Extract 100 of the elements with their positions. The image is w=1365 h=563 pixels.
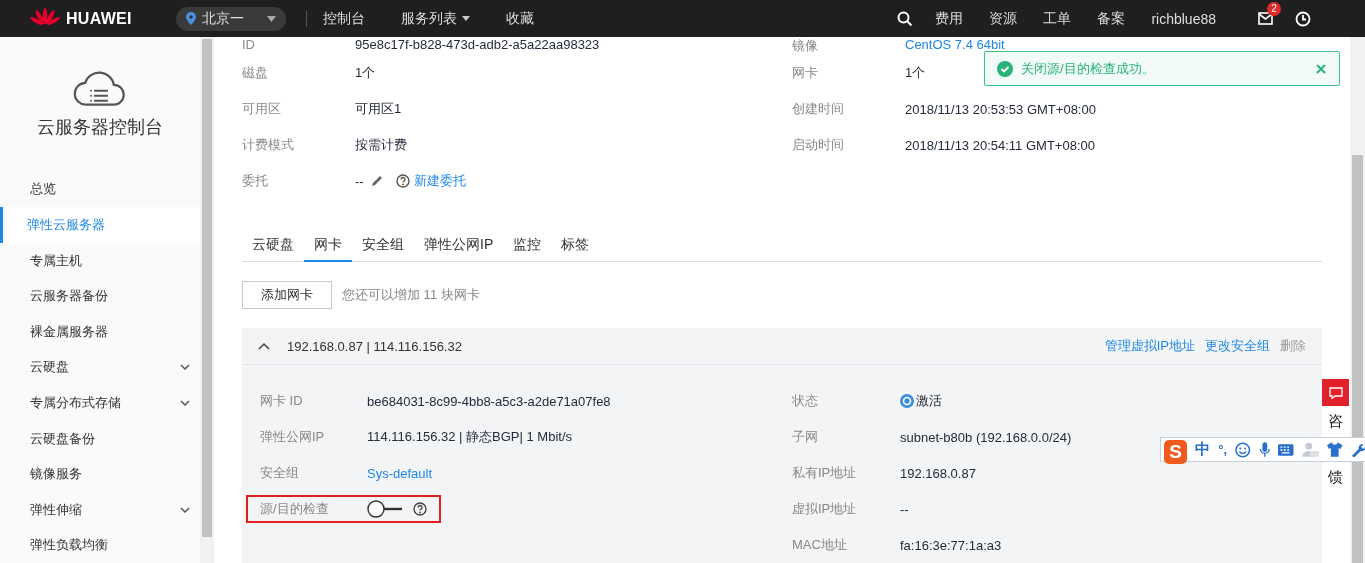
field-label: 镜像 xyxy=(792,37,819,55)
status-text: 激活 xyxy=(916,392,942,410)
action-link[interactable]: 更改安全组 xyxy=(1205,337,1270,355)
field-value: 2018/11/13 20:54:11 GMT+08:00 xyxy=(905,137,1095,153)
chat-icon xyxy=(1328,386,1343,399)
field-label: 弹性公网IP xyxy=(260,428,326,446)
sidebar-item[interactable]: 弹性云服务器 xyxy=(0,207,200,243)
shirt-icon[interactable] xyxy=(1327,442,1343,457)
cloud-server-icon xyxy=(72,69,128,109)
field-label: 计费模式 xyxy=(242,136,295,154)
feedback-label[interactable]: 咨 xyxy=(1328,412,1343,430)
sidebar-item[interactable]: 总览 xyxy=(0,171,200,208)
toast-message: 关闭源/目的检查成功。 xyxy=(1021,59,1155,78)
mail-icon[interactable] xyxy=(1258,12,1273,25)
sidebar-item[interactable]: 云硬盘 xyxy=(0,349,200,386)
field-label: 子网 xyxy=(792,428,819,446)
sidebar-item[interactable]: 云硬盘备份 xyxy=(0,420,200,457)
sidebar-item[interactable]: 弹性伸缩 xyxy=(0,491,200,528)
microphone-icon[interactable] xyxy=(1258,441,1271,458)
nic-title: 192.168.0.87 | 114.116.156.32 xyxy=(287,338,462,354)
toggle-switch[interactable] xyxy=(367,499,403,519)
action-link[interactable]: 管理虚拟IP地址 xyxy=(1104,337,1195,355)
add-nic-button[interactable]: 添加网卡 xyxy=(242,281,332,309)
field-value: 192.168.0.87 xyxy=(900,465,976,481)
close-icon[interactable] xyxy=(1316,63,1326,74)
help-icon[interactable] xyxy=(395,174,410,188)
status-icon xyxy=(900,394,914,408)
field-label: ID xyxy=(242,37,256,52)
field-value: -- xyxy=(900,501,909,517)
field-label: 源/目的检查 xyxy=(260,500,330,518)
hint-text: 您还可以增加 11 块网卡 xyxy=(342,286,480,304)
sidebar-item[interactable]: 专属主机 xyxy=(0,242,200,279)
field-label: 磁盘 xyxy=(242,64,269,82)
tab[interactable]: 云硬盘 xyxy=(242,236,304,262)
scrollbar-thumb[interactable] xyxy=(1352,155,1363,563)
chevron-up-icon[interactable] xyxy=(258,342,270,350)
field-label: 网卡 xyxy=(792,64,819,82)
clock-icon[interactable] xyxy=(1295,10,1311,27)
search-icon[interactable] xyxy=(897,10,914,27)
keyboard-icon[interactable] xyxy=(1278,443,1294,456)
nav-link[interactable]: 资源 xyxy=(989,9,1018,28)
user-name[interactable]: richblue88 xyxy=(1151,10,1216,27)
sidebar-item[interactable]: 弹性负载均衡 xyxy=(0,527,200,563)
feedback-button[interactable] xyxy=(1322,379,1349,406)
ime-punctuation[interactable]: °, xyxy=(1218,442,1228,457)
region-select[interactable]: 北京一 xyxy=(175,6,286,31)
field-value: 1个 xyxy=(905,64,926,82)
new-agency-link[interactable]: 新建委托 xyxy=(413,172,466,190)
chevron-down-icon xyxy=(180,364,190,371)
sidebar-item[interactable]: 云服务器备份 xyxy=(0,278,200,314)
smiley-icon[interactable] xyxy=(1235,441,1251,458)
tab[interactable]: 网卡 xyxy=(304,236,352,262)
field-label: 启动时间 xyxy=(792,136,845,154)
field-label: 网卡 ID xyxy=(260,392,304,410)
chevron-down-icon xyxy=(180,399,190,406)
caret-icon xyxy=(266,15,276,22)
console-title: 云服务器控制台 xyxy=(36,115,164,139)
brand-name: HUAWEI xyxy=(66,9,132,28)
tab[interactable]: 监控 xyxy=(503,236,552,262)
field-value: 95e8c17f-b828-473d-adb2-a5a22aa98323 xyxy=(355,37,600,52)
tab[interactable]: 安全组 xyxy=(352,236,414,262)
notification-badge: 2 xyxy=(1267,2,1281,16)
chevron-down-icon xyxy=(180,506,190,513)
caret-icon xyxy=(461,16,470,21)
action-link: 删除 xyxy=(1280,337,1306,355)
field-label: 安全组 xyxy=(260,464,300,482)
field-value: 按需计费 xyxy=(355,136,407,154)
sidebar-item[interactable]: 镜像服务 xyxy=(0,456,200,492)
field-value: -- xyxy=(355,173,364,189)
location-pin-icon xyxy=(185,12,196,25)
nav-link[interactable]: 控制台 xyxy=(322,9,365,28)
field-label: MAC地址 xyxy=(792,536,848,554)
field-value: 2018/11/13 20:53:53 GMT+08:00 xyxy=(905,101,1096,117)
tab[interactable]: 标签 xyxy=(551,236,600,262)
nav-menu[interactable]: 服务列表 xyxy=(400,9,470,28)
sidebar-item[interactable]: 专属分布式存储 xyxy=(0,385,200,421)
nav-link[interactable]: 工单 xyxy=(1043,9,1072,28)
field-value: be684031-8c99-4bb8-a5c3-a2de71a07fe8 xyxy=(367,393,611,409)
field-value: subnet-b80b (192.168.0.0/24) xyxy=(900,429,1072,445)
field-value: 114.116.156.32 | 静态BGP| 1 Mbit/s xyxy=(367,428,572,446)
check-circle-icon xyxy=(997,60,1013,77)
field-value: 可用区1 xyxy=(355,100,402,118)
image-link[interactable]: CentOS 7.4 64bit xyxy=(905,37,1005,52)
tab[interactable]: 弹性公网IP xyxy=(414,236,504,262)
field-value: 1个 xyxy=(355,64,376,82)
scrollbar-thumb[interactable] xyxy=(202,39,212,537)
field-label: 虚拟IP地址 xyxy=(792,500,858,518)
nav-link[interactable]: 收藏 xyxy=(505,9,534,28)
feedback-label[interactable]: 馈 xyxy=(1328,468,1343,486)
pencil-icon[interactable] xyxy=(369,174,384,188)
field-label: 委托 xyxy=(242,172,269,190)
ime-mode[interactable]: 中 xyxy=(1195,440,1211,459)
field-label: 状态 xyxy=(792,392,819,410)
help-icon[interactable] xyxy=(413,502,427,516)
wrench-icon[interactable] xyxy=(1350,442,1365,457)
field-value: fa:16:3e:77:1a:a3 xyxy=(900,537,1002,553)
nav-link[interactable]: 备案 xyxy=(1097,9,1126,28)
field-label: 私有IP地址 xyxy=(792,464,858,482)
nav-link[interactable]: 费用 xyxy=(935,9,964,28)
sidebar-item[interactable]: 裸金属服务器 xyxy=(0,313,200,350)
